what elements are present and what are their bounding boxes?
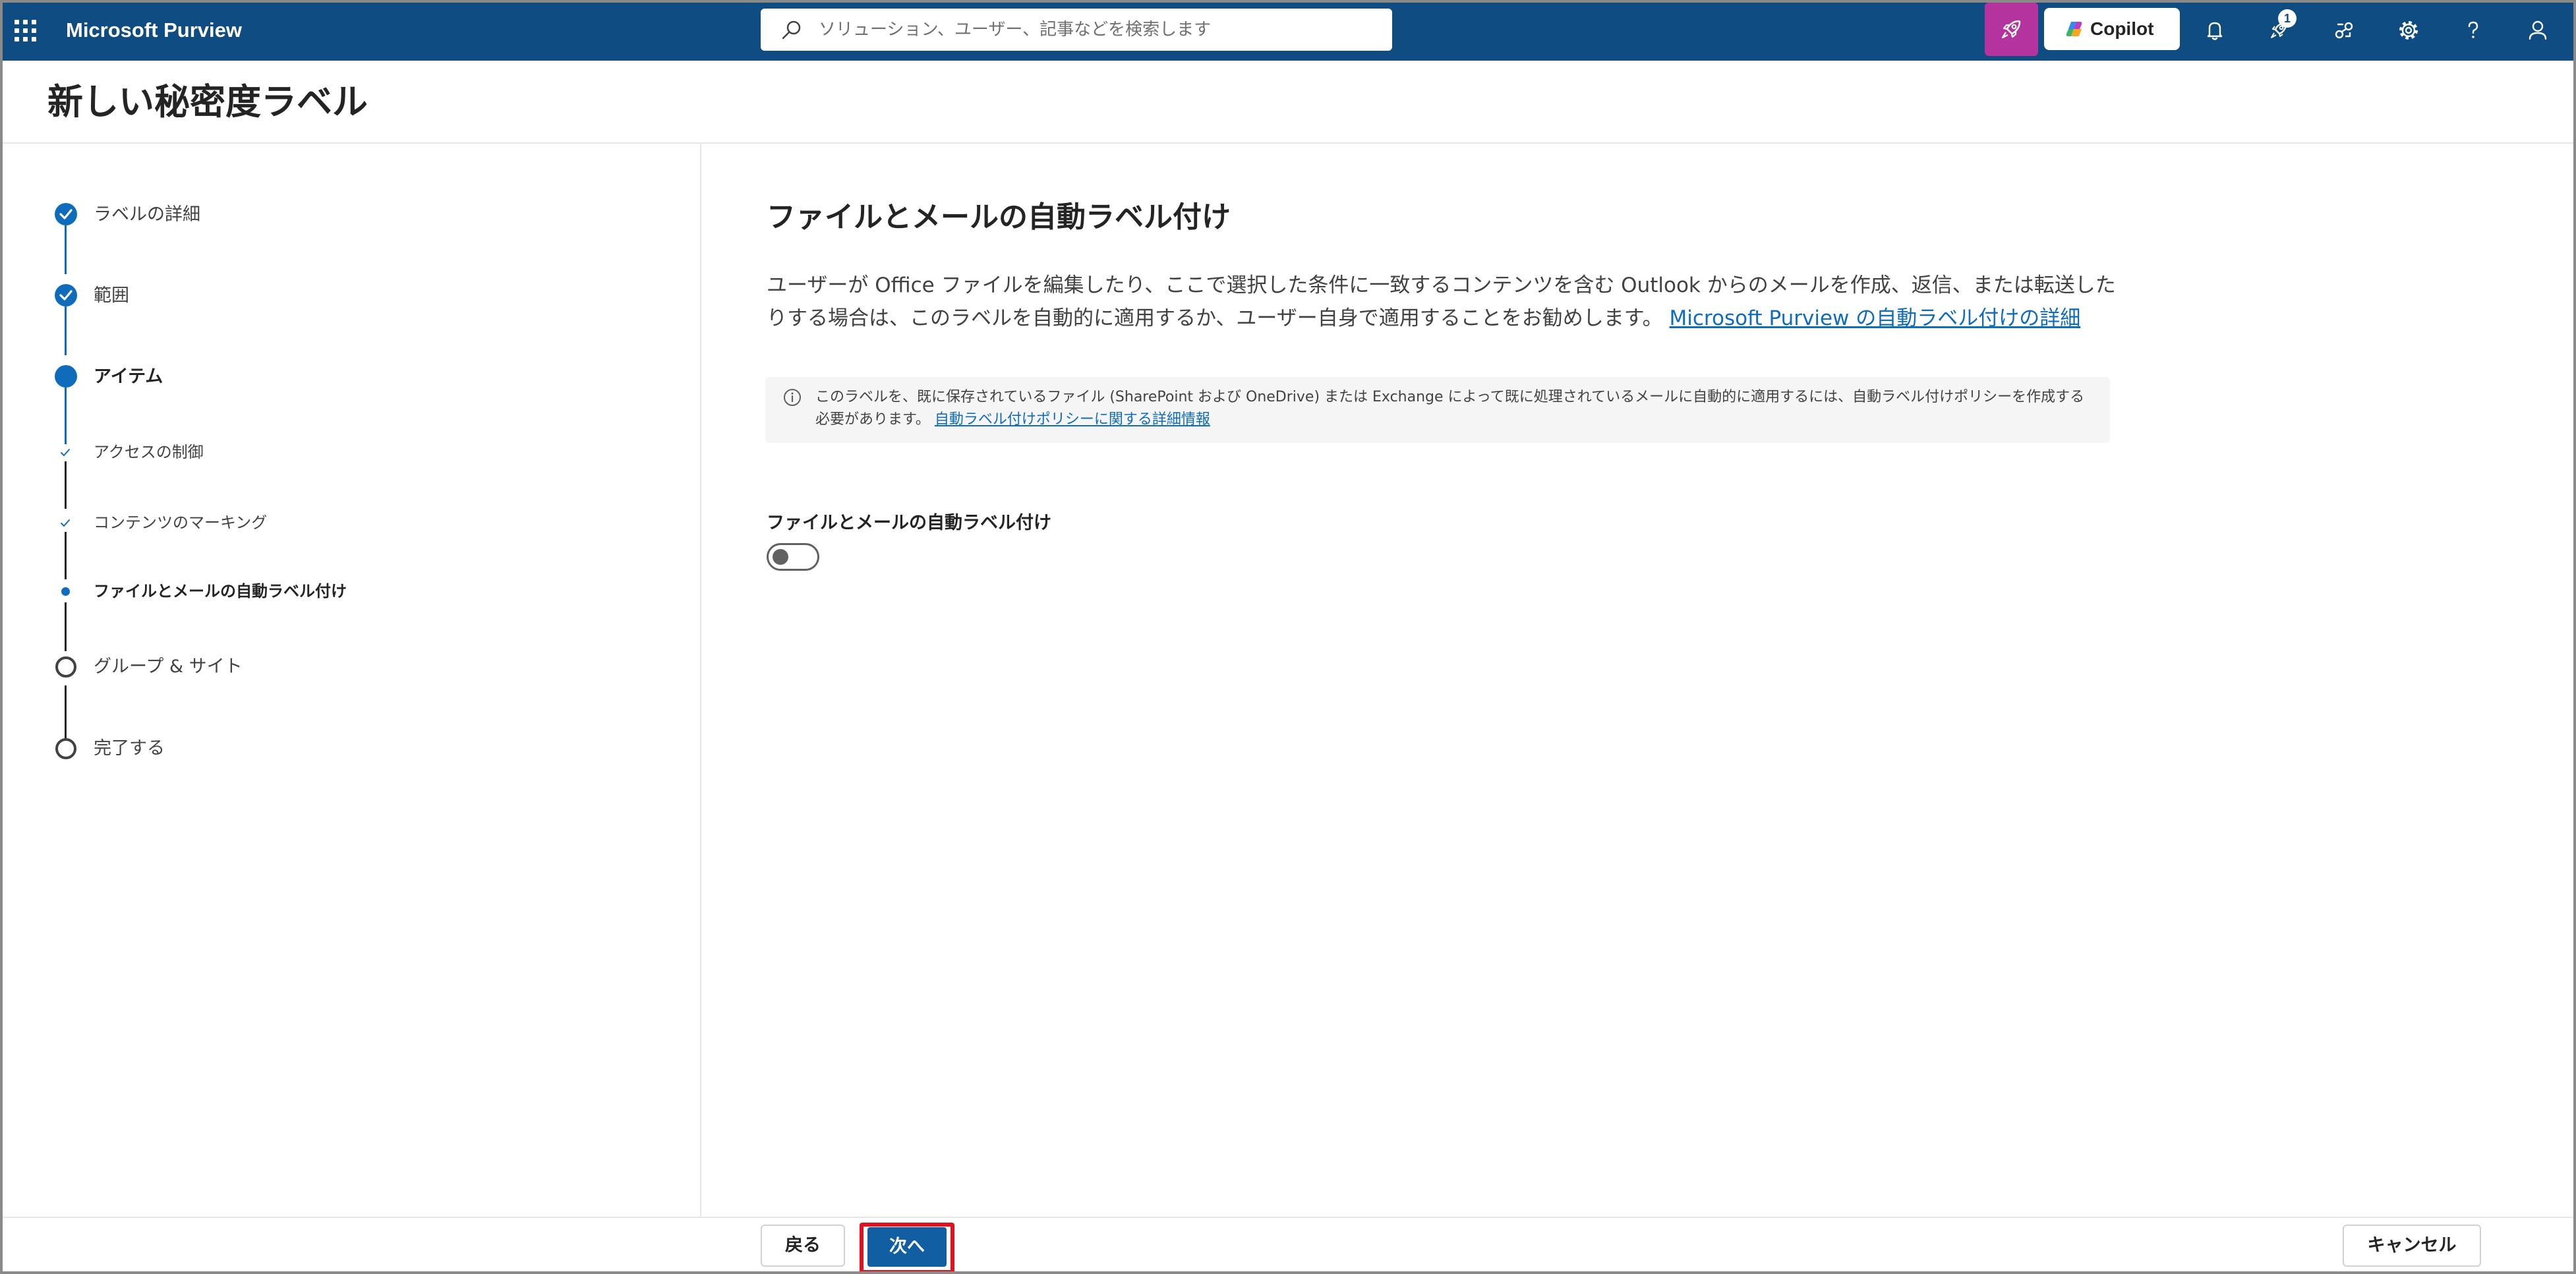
step-current-icon (55, 365, 77, 388)
person-icon[interactable] (2522, 14, 2554, 46)
substep-current-dot-icon (61, 587, 70, 596)
info-message-bar: このラベルを、既に保存されているファイル (SharePoint および One… (765, 377, 2110, 443)
wizard-step-label-groups-sites[interactable]: グループ & サイト (94, 654, 243, 680)
search-input[interactable] (819, 9, 1372, 51)
wizard-substep-label-access-control[interactable]: アクセスの制御 (94, 440, 204, 464)
substep-check-icon (61, 519, 70, 527)
info-message-text: このラベルを、既に保存されているファイル (SharePoint および One… (815, 386, 2094, 431)
cancel-button[interactable]: キャンセル (2343, 1225, 2481, 1267)
copilot-button[interactable]: Copilot (2044, 8, 2180, 50)
copilot-label: Copilot (2090, 18, 2154, 39)
page-title: 新しい秘密度ラベル (47, 81, 368, 123)
content-description: ユーザーが Office ファイルを編集したり、ここで選択した条件に一致するコン… (767, 269, 2118, 335)
rocket-button[interactable] (1985, 3, 2038, 56)
bell-icon[interactable] (2199, 14, 2231, 46)
auto-labeling-toggle-label: ファイルとメールの自動ラベル付け (767, 513, 1051, 533)
step-connector (65, 306, 67, 355)
step-connector (65, 602, 67, 651)
search-icon (782, 20, 801, 40)
wizard-step-label-items[interactable]: アイテム (94, 364, 163, 390)
window-frame (0, 0, 2576, 1274)
next-button[interactable]: 次へ (867, 1227, 947, 1267)
info-icon (784, 389, 801, 406)
step-connector (65, 225, 67, 274)
substep-check-icon (61, 449, 70, 456)
connections-icon[interactable] (2328, 14, 2360, 46)
wizard-substep-label-auto-labeling[interactable]: ファイルとメールの自動ラベル付け (94, 579, 347, 603)
app-title[interactable]: Microsoft Purview (66, 16, 242, 45)
step-not-started-icon (55, 738, 76, 759)
auto-labeling-toggle[interactable] (767, 543, 819, 571)
wizard-substep-label-content-marking[interactable]: コンテンツのマーキング (94, 511, 267, 535)
search-box[interactable] (761, 9, 1392, 51)
wizard-step-label-details[interactable]: ラベルの詳細 (94, 202, 200, 228)
step-not-started-icon (55, 656, 76, 678)
header-divider (3, 142, 2573, 144)
waffle-icon[interactable] (12, 17, 38, 43)
step-completed-icon (55, 284, 77, 306)
footer-divider (3, 1217, 2573, 1218)
auto-labeling-policy-link[interactable]: 自動ラベル付けポリシーに関する詳細情報 (935, 411, 1210, 428)
wizard-divider (700, 144, 701, 1217)
step-connector (65, 461, 67, 509)
help-icon[interactable] (2457, 14, 2489, 46)
step-connector (65, 532, 67, 579)
wizard-step-label-finish[interactable]: 完了する (94, 736, 165, 762)
wizard-step-label-scope[interactable]: 範囲 (94, 283, 129, 309)
gear-icon[interactable] (2393, 14, 2424, 46)
notification-badge: 1 (2278, 9, 2297, 28)
auto-labeling-learn-more-link[interactable]: Microsoft Purview の自動ラベル付けの詳細 (1670, 306, 2081, 330)
rocket-icon (2001, 20, 2021, 39)
content-title: ファイルとメールの自動ラベル付け (767, 200, 1231, 234)
step-completed-icon (55, 203, 77, 225)
copilot-logo-icon (2066, 22, 2082, 36)
back-button[interactable]: 戻る (761, 1225, 845, 1267)
step-connector (65, 388, 67, 444)
top-bar: Microsoft Purview Copilot (0, 0, 2576, 61)
toggle-knob (773, 549, 788, 565)
